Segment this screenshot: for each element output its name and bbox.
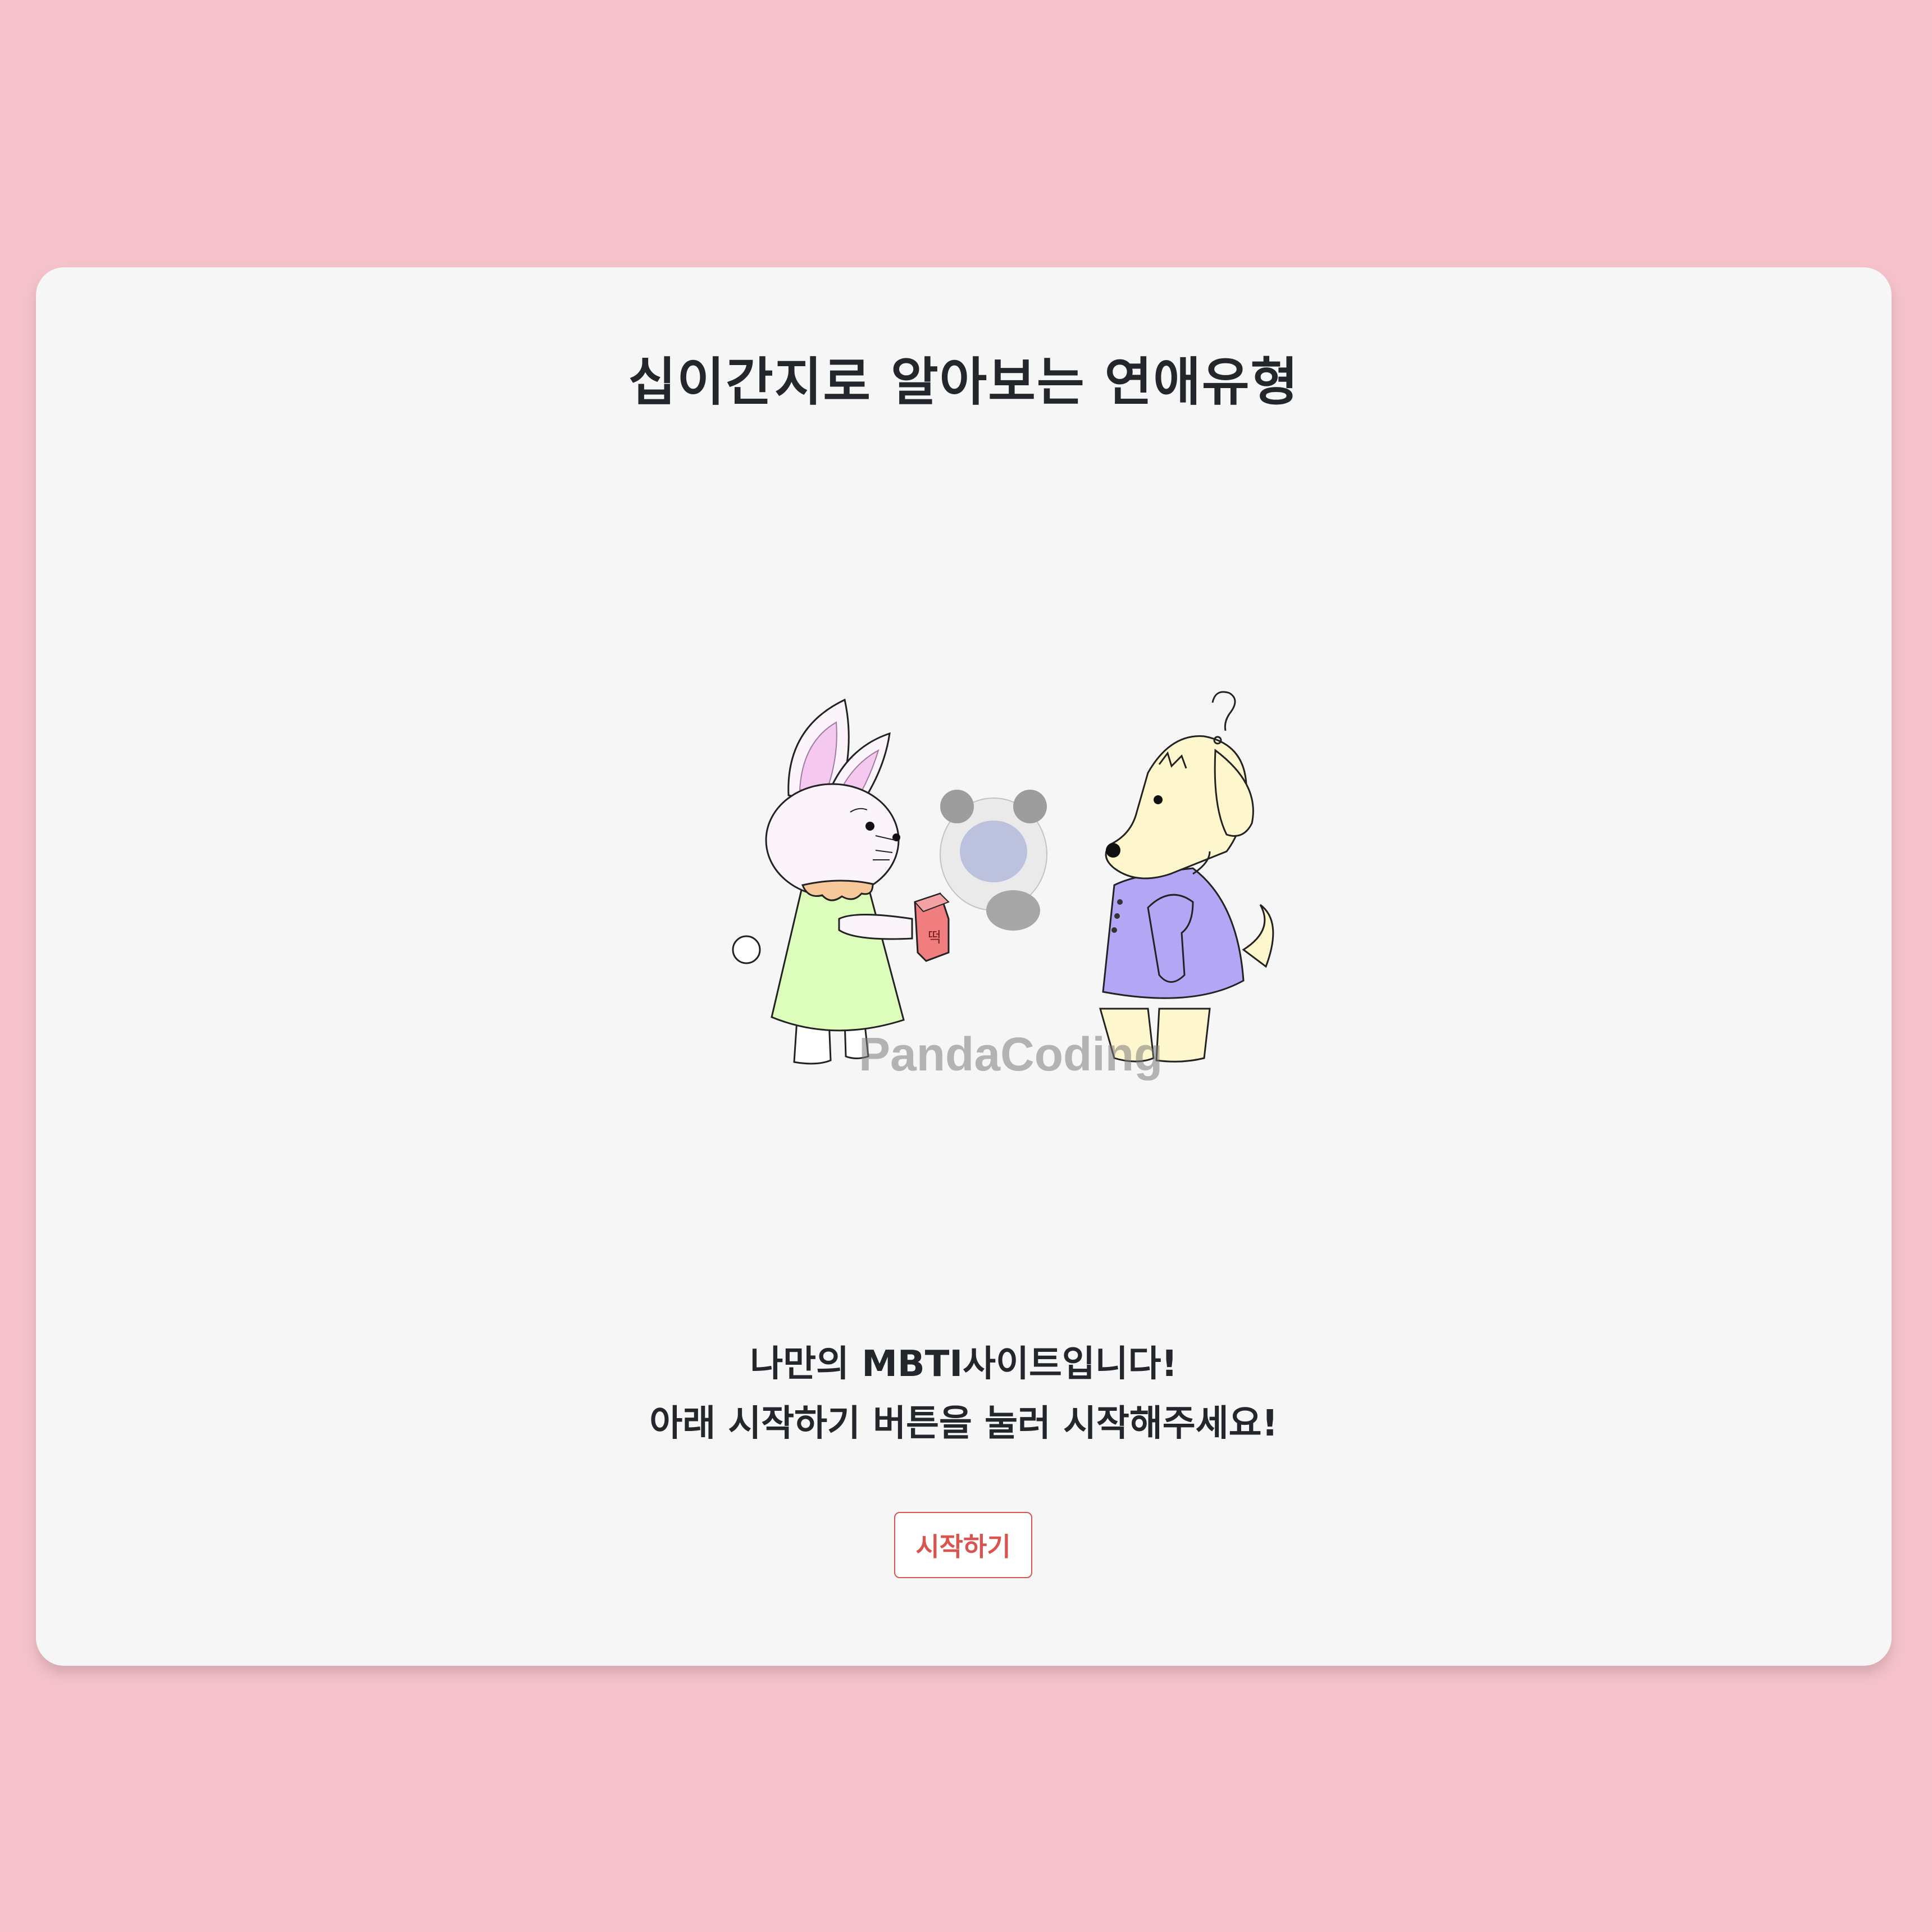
watermark-text: PandaCoding xyxy=(859,1028,1163,1081)
rabbit-figure xyxy=(732,698,913,1065)
intro-line-2: 아래 시작하기 버튼을 눌러 시작해주세요! xyxy=(649,1403,1278,1445)
dog-figure xyxy=(1099,691,1274,1063)
box-char: 떡 xyxy=(928,929,941,946)
intro-line-1: 나만의 MBTI사이트입니다! xyxy=(750,1343,1178,1385)
intro-text: 나만의 MBTI사이트입니다! 아래 시작하기 버튼을 눌러 시작해주세요! xyxy=(36,1334,1892,1453)
page-title: 십이간지로 알아보는 연애유형 xyxy=(628,352,1300,412)
rabbit-dog-illustration: 떡 PandaCoding xyxy=(732,691,1274,1081)
gift-box: 떡 xyxy=(914,892,950,962)
start-button[interactable]: 시작하기 xyxy=(894,1512,1032,1578)
main-card: 십이간지로 알아보는 연애유형 떡 PandaCoding 나만의 MBTI사이… xyxy=(36,267,1892,1666)
